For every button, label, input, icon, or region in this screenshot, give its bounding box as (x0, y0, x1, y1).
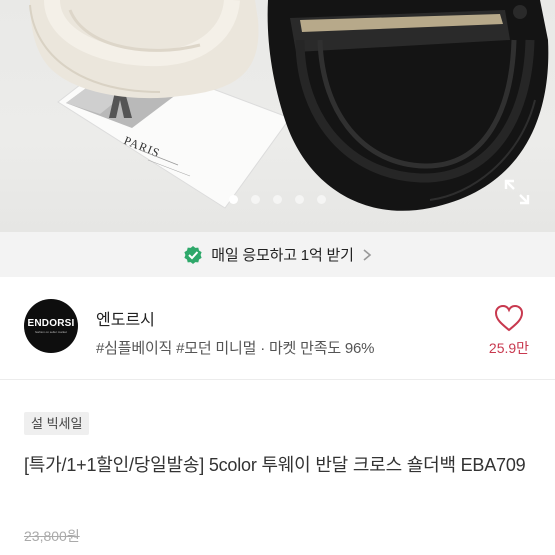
product-title: [특가/1+1할인/당일발송] 5color 투웨이 반달 크로스 숄더백 EB… (24, 455, 526, 475)
verified-badge-icon (184, 245, 202, 264)
carousel-dots (0, 195, 555, 204)
carousel-dot[interactable] (251, 195, 260, 204)
shop-tags: #심플베이직 #모던 미니멀 · 마켓 만족도 96% (96, 340, 375, 357)
carousel-dot[interactable] (317, 195, 326, 204)
like-count: 25.9만 (488, 340, 530, 356)
shop-info: ENDORSI fashion on seller market 엔도르시 #심… (0, 277, 555, 380)
event-banner[interactable]: 매일 응모하고 1억 받기 (0, 232, 555, 277)
banner-text: 매일 응모하고 1억 받기 (211, 247, 354, 264)
product-image-carousel[interactable]: PARIS (0, 0, 555, 232)
shop-logo[interactable]: ENDORSI fashion on seller market (24, 299, 78, 353)
sale-badge: 설 빅세일 (24, 412, 90, 435)
chevron-right-icon (363, 248, 371, 261)
carousel-dot[interactable] (273, 195, 282, 204)
carousel-dot-active[interactable] (229, 195, 238, 204)
carousel-dot[interactable] (295, 195, 304, 204)
shop-name[interactable]: 엔도르시 (96, 306, 155, 330)
heart-icon (494, 304, 524, 332)
shop-logo-subtext: fashion on seller market (35, 330, 67, 334)
expand-icon[interactable] (503, 178, 531, 206)
like-button[interactable] (493, 304, 525, 332)
original-price: 23,800원 (24, 528, 80, 544)
shop-logo-text: ENDORSI (27, 318, 75, 329)
